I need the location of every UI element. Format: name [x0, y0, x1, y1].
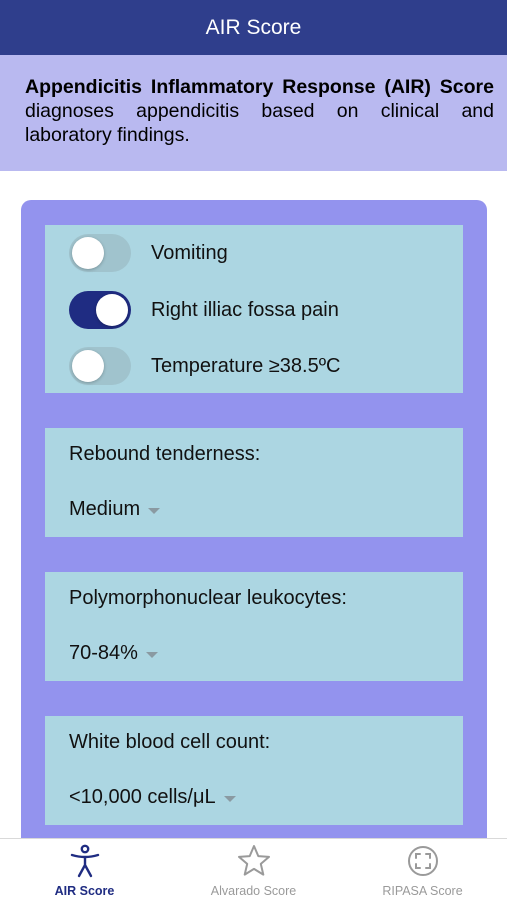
app-screen: AIR Score Appendicitis Inflammatory Resp…: [0, 0, 507, 900]
caret-down-icon: [145, 651, 158, 658]
rif-pain-label: Right illiac fossa pain: [151, 299, 339, 321]
wbc-value: <10,000 cells/μL: [69, 786, 216, 808]
pmn-select[interactable]: 70-84%: [69, 642, 158, 665]
tab-ripasa-score[interactable]: RIPASA Score: [338, 839, 507, 900]
wbc-label: White blood cell count:: [69, 731, 271, 753]
tab-label: RIPASA Score: [382, 884, 463, 898]
tab-bar: AIR Score Alvarado Score RIPASA Score: [0, 838, 507, 900]
caret-down-icon: [223, 795, 236, 802]
rebound-panel: Rebound tenderness: Medium: [45, 428, 463, 537]
tab-alvarado-score[interactable]: Alvarado Score: [169, 839, 338, 900]
rebound-label: Rebound tenderness:: [69, 443, 261, 465]
pmn-panel: Polymorphonuclear leukocytes: 70-84%: [45, 572, 463, 681]
rif-pain-switch[interactable]: [69, 291, 131, 329]
pmn-value: 70-84%: [69, 642, 138, 664]
caret-down-icon: [148, 507, 161, 514]
tab-label: Alvarado Score: [210, 884, 297, 898]
switch-knob: [72, 350, 104, 382]
vomiting-label: Vomiting: [151, 242, 228, 264]
tab-air-score[interactable]: AIR Score: [0, 839, 169, 900]
navigation-bar: AIR Score: [0, 0, 507, 55]
temperature-label: Temperature ≥38.5ºC: [151, 355, 341, 377]
tab-label: AIR Score: [54, 884, 115, 898]
page-title: AIR Score: [205, 15, 302, 39]
wbc-select[interactable]: <10,000 cells/μL: [69, 786, 236, 809]
focus-icon: [407, 846, 438, 876]
switch-knob: [96, 294, 128, 326]
wbc-panel: White blood cell count: <10,000 cells/μL: [45, 716, 463, 825]
form-card: Vomiting Right illiac fossa pain Tempera…: [21, 200, 487, 860]
rebound-select[interactable]: Medium: [69, 498, 161, 521]
accessibility-icon: [70, 844, 99, 878]
toggle-row-temperature: Temperature ≥38.5ºC: [45, 345, 463, 389]
rebound-value: Medium: [69, 498, 141, 520]
switch-knob: [72, 237, 104, 269]
intro-text: Appendicitis Inflammatory Response (AIR)…: [25, 75, 494, 147]
pmn-label: Polymorphonuclear leukocytes:: [69, 587, 347, 609]
intro-description: diagnoses appendicitis based on clinical…: [25, 100, 494, 146]
temperature-switch[interactable]: [69, 347, 131, 385]
star-icon: [237, 845, 270, 876]
toggle-panel: Vomiting Right illiac fossa pain Tempera…: [45, 225, 463, 393]
vomiting-switch[interactable]: [69, 234, 131, 272]
intro-bold-text: Appendicitis Inflammatory Response (AIR)…: [25, 76, 494, 98]
intro-banner: Appendicitis Inflammatory Response (AIR)…: [0, 55, 507, 171]
toggle-row-vomiting: Vomiting: [45, 232, 463, 276]
toggle-row-rif-pain: Right illiac fossa pain: [45, 289, 463, 333]
